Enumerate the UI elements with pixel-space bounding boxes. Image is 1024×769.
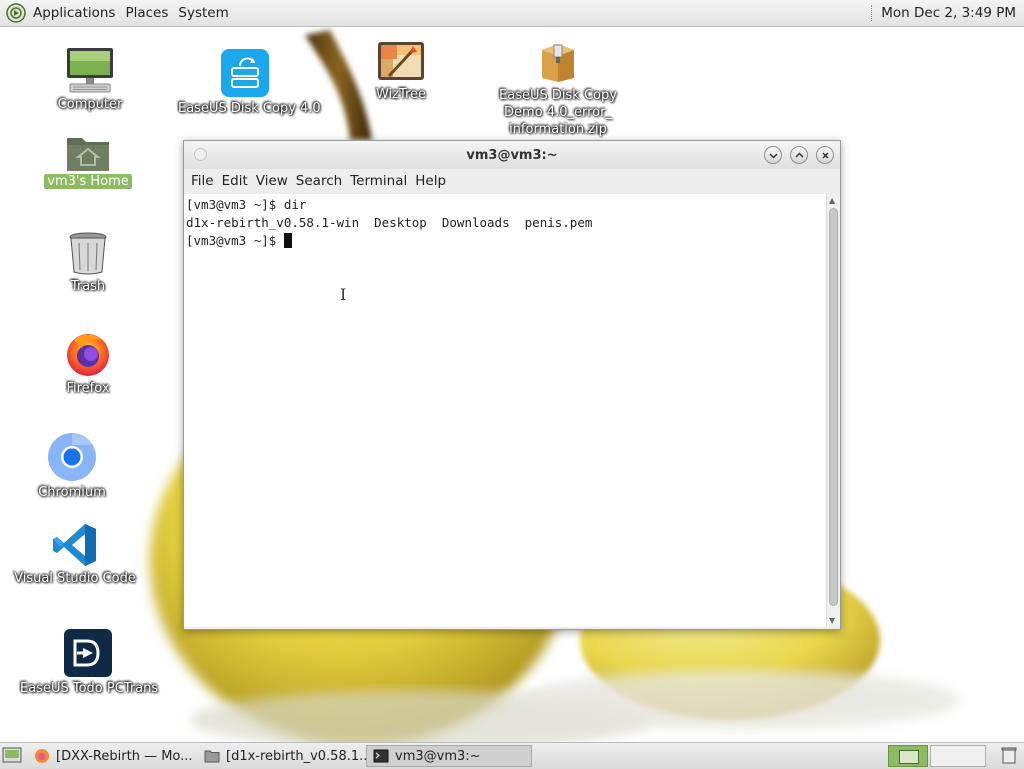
zip-archive-icon: [542, 44, 574, 82]
chevron-up-icon: [794, 151, 804, 158]
menu-terminal[interactable]: Terminal: [346, 173, 411, 189]
desktop-icon-firefox[interactable]: Firefox: [40, 330, 136, 397]
terminal-menubar: File Edit View Search Terminal Help: [184, 169, 840, 193]
desktop-icon-zip-archive[interactable]: EaseUS Disk Copy Demo 4.0_error_ informa…: [496, 40, 620, 138]
folder-icon: [204, 750, 220, 763]
desktop-icon-label-line: Demo 4.0_error_: [504, 105, 612, 120]
desktop-icon-home[interactable]: vm3's Home: [40, 130, 136, 190]
terminal-line: [vm3@vm3 ~]$ dir: [186, 197, 307, 212]
workspace-window-thumb: [899, 750, 919, 764]
taskbar-task-terminal[interactable]: vm3@vm3:~: [366, 745, 532, 767]
top-panel: Applications Places System Mon Dec 2, 3:…: [0, 0, 1024, 27]
window-menu-icon[interactable]: [194, 148, 207, 161]
firefox-icon: [67, 334, 109, 376]
applications-menu[interactable]: Applications: [28, 5, 120, 21]
desktop-icon-trash[interactable]: Trash: [40, 230, 136, 295]
firefox-icon: [35, 749, 49, 763]
desktop-icon-label: EaseUS Todo PCTrans: [20, 681, 159, 696]
menu-search[interactable]: Search: [292, 173, 346, 189]
desktop-icon-computer[interactable]: Computer: [40, 46, 140, 113]
workspace-switcher-1[interactable]: [888, 745, 928, 767]
system-logo-icon[interactable]: [6, 3, 26, 23]
terminal-scrollbar[interactable]: ▲ ▼: [826, 194, 840, 627]
terminal-prompt-line[interactable]: [vm3@vm3 ~]$: [184, 232, 826, 250]
trash-icon: [69, 232, 107, 275]
desktop-icon-label: Chromium: [38, 485, 106, 500]
terminal-title: vm3@vm3:~: [466, 147, 558, 163]
desktop-icon-easeus-pctrans[interactable]: EaseUS Todo PCTrans: [20, 628, 159, 697]
scroll-up-arrow-icon[interactable]: ▲: [829, 196, 835, 205]
desktop-icon-wiztree[interactable]: WizTree: [356, 40, 446, 103]
easeus-diskcopy-icon: [221, 49, 269, 97]
desktop-icon-label: Trash: [70, 279, 106, 294]
terminal-window[interactable]: vm3@vm3:~ File Edit View Search Terminal…: [183, 140, 841, 630]
desktop-icon-label: WizTree: [375, 87, 427, 102]
terminal-cursor: [283, 233, 292, 248]
show-desktop-icon[interactable]: [2, 746, 22, 764]
terminal-prompt: [vm3@vm3 ~]$: [186, 233, 284, 248]
desktop-icon-label: Computer: [57, 97, 123, 112]
chromium-icon: [48, 433, 96, 481]
desktop-icon-label-line: EaseUS Disk Copy: [499, 88, 617, 103]
text-cursor-ibeam-icon: I: [340, 285, 347, 304]
places-menu[interactable]: Places: [120, 5, 173, 21]
menu-file[interactable]: File: [187, 173, 218, 189]
desktop-icon-vscode[interactable]: Visual Studio Code: [14, 522, 136, 587]
menu-view[interactable]: View: [252, 173, 292, 189]
taskbar-task-folder[interactable]: [d1x-rebirth_v0.58.1...: [198, 745, 366, 767]
taskbar-task-label: [DXX-Rebirth — Mo...: [56, 748, 193, 764]
computer-icon: [67, 48, 113, 93]
close-icon: [821, 151, 829, 159]
minimize-button[interactable]: [764, 146, 782, 164]
scroll-down-arrow-icon[interactable]: ▼: [829, 616, 835, 625]
trash-applet-icon[interactable]: [1000, 746, 1018, 764]
terminal-titlebar[interactable]: vm3@vm3:~: [184, 141, 840, 169]
maximize-button[interactable]: [790, 146, 808, 164]
vscode-icon: [53, 524, 96, 566]
terminal-output[interactable]: [vm3@vm3 ~]$ dir d1x-rebirth_v0.58.1-win…: [184, 194, 826, 627]
menu-help[interactable]: Help: [411, 173, 450, 189]
terminal-line: d1x-rebirth_v0.58.1-win Desktop Download…: [186, 215, 593, 230]
desktop-icon-label: vm3's Home: [44, 174, 132, 189]
scrollbar-thumb[interactable]: [829, 208, 838, 606]
clock[interactable]: Mon Dec 2, 3:49 PM: [881, 5, 1024, 21]
desktop-icon-label: Firefox: [66, 381, 110, 396]
desktop-icon-label: Visual Studio Code: [14, 571, 136, 586]
desktop-icon-label: EaseUS Disk Copy 4.0: [178, 101, 321, 116]
workspace-switcher-2[interactable]: [930, 745, 986, 767]
close-button[interactable]: [816, 146, 834, 164]
panel-separator: [871, 5, 875, 21]
chevron-down-icon: [768, 152, 778, 159]
home-folder-icon: [67, 138, 109, 171]
menu-edit[interactable]: Edit: [218, 173, 252, 189]
easeus-pctrans-icon: [64, 629, 112, 677]
taskbar-task-firefox[interactable]: [DXX-Rebirth — Mo...: [28, 745, 196, 767]
wiztree-icon: [378, 42, 424, 80]
bottom-panel: [DXX-Rebirth — Mo... [d1x-rebirth_v0.58.…: [0, 742, 1024, 769]
desktop-icon-label-line: information.zip: [509, 122, 607, 137]
taskbar-task-label: [d1x-rebirth_v0.58.1...: [226, 748, 366, 764]
system-menu[interactable]: System: [173, 5, 233, 21]
desktop-icon-easeus-diskcopy[interactable]: EaseUS Disk Copy 4.0: [178, 48, 321, 117]
taskbar-task-label: vm3@vm3:~: [395, 748, 481, 764]
desktop-icon-chromium[interactable]: Chromium: [24, 432, 120, 501]
terminal-icon: [373, 749, 389, 763]
